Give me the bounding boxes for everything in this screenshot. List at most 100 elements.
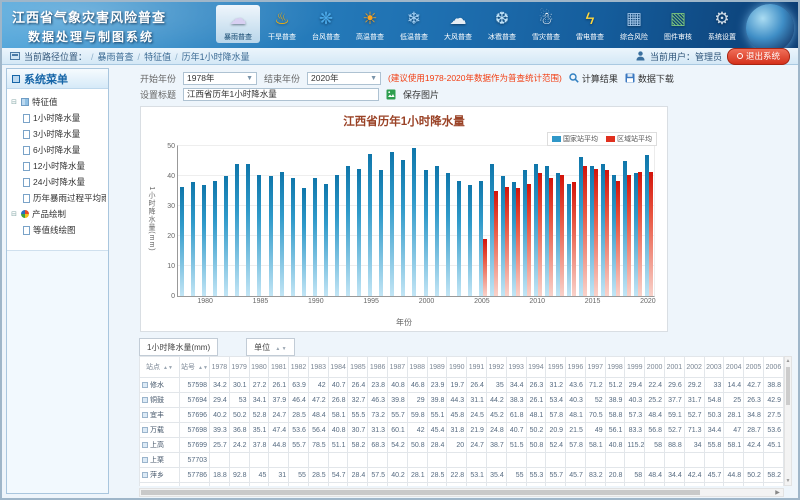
toolbar-item-2[interactable]: ♨干旱普查	[260, 5, 304, 43]
toolbar: ☁暴雨普查♨干旱普查❋台风普查☀高温普查❄低温普查☁大风普查❆冰雹普查☃雪灾普查…	[216, 5, 744, 43]
table-row: 铜鼓5769429.45334.137.946.447.226.832.746.…	[140, 393, 784, 408]
value-cell: 60.1	[388, 423, 408, 438]
value-cell: 43.4	[684, 483, 704, 487]
value-cell: 43.6	[566, 378, 586, 393]
toolbar-item-label: 大风普查	[444, 32, 472, 42]
y-tick-label: 0	[171, 293, 175, 300]
value-cell: 25.7	[210, 438, 230, 453]
breadcrumb-separator: /	[138, 52, 141, 62]
year-column-header: 1993	[506, 357, 526, 378]
breadcrumb-item[interactable]: 特征值	[144, 52, 171, 62]
toolbar-item-1[interactable]: ☁暴雨普查	[216, 5, 260, 43]
value-cell	[763, 453, 783, 468]
search-icon	[569, 73, 579, 83]
vertical-scroll-thumb[interactable]	[786, 367, 790, 405]
breadcrumb-item[interactable]: 历年1小时降水量	[182, 52, 250, 62]
unit-sort-control[interactable]: 单位 ▲ ▼	[246, 338, 295, 356]
app-window: 江西省气象灾害风险普查 数据处理与制图系统 ☁暴雨普查♨干旱普查❋台风普查☀高温…	[0, 0, 800, 500]
download-button[interactable]: 数据下载	[625, 72, 674, 85]
value-cell: 40.8	[328, 423, 348, 438]
toolbar-item-12[interactable]: ⚙系统设置	[700, 5, 744, 43]
year-column-header: 1982	[289, 357, 309, 378]
tree-group-1[interactable]: ⊟特征值	[9, 94, 106, 110]
tree-item[interactable]: 历年暴雨过程平均雨量	[9, 190, 106, 206]
value-cell: 20	[447, 438, 467, 453]
calculate-button[interactable]: 计算结果	[569, 72, 618, 85]
value-cell: 53.6	[763, 423, 783, 438]
document-icon	[23, 194, 30, 203]
value-cell: 40.7	[506, 423, 526, 438]
toolbar-item-3[interactable]: ❋台风普查	[304, 5, 348, 43]
bar-regional	[483, 239, 487, 296]
save-image-button[interactable]: 保存图片	[403, 88, 439, 101]
bar-national	[224, 176, 228, 296]
tree-item-label: 12小时降水量	[33, 160, 85, 172]
station-icon	[142, 457, 148, 463]
x-axis-label: 年份	[396, 317, 412, 328]
low-temp-icon: ❄	[399, 7, 429, 31]
station-name: 萍乡	[150, 472, 164, 479]
value-cell: 36.8	[229, 423, 249, 438]
value-cell: 51.5	[506, 438, 526, 453]
start-year-select[interactable]: 1978年▼	[183, 72, 257, 85]
toolbar-item-7[interactable]: ❆冰雹普查	[480, 5, 524, 43]
toolbar-item-5[interactable]: ❄低温普查	[392, 5, 436, 43]
value-cell: 47.4	[269, 423, 289, 438]
scroll-down-icon[interactable]: ▼	[785, 477, 791, 485]
toolbar-item-11[interactable]: ▧图件审核	[656, 5, 700, 43]
x-tick-label: 1995	[363, 298, 379, 305]
toolbar-item-label: 雷电普查	[576, 32, 604, 42]
document-icon	[23, 130, 30, 139]
value-cell	[704, 453, 724, 468]
toolbar-item-label: 干旱普查	[268, 32, 296, 42]
tree-item[interactable]: 12小时降水量	[9, 158, 106, 174]
value-cell: 40.2	[210, 408, 230, 423]
expander-icon[interactable]: ⊟	[10, 98, 18, 106]
breadcrumb-item[interactable]: 暴雨普查	[98, 52, 134, 62]
toolbar-item-label: 图件审核	[664, 32, 692, 42]
sort-id[interactable]: 站号▲▼	[180, 357, 210, 378]
station-icon	[142, 442, 148, 448]
tree-item[interactable]: 等值线绘图	[9, 222, 106, 238]
toolbar-item-6[interactable]: ☁大风普查	[436, 5, 480, 43]
value-cell: 46	[546, 483, 566, 487]
filter-panel: 开始年份 1978年▼ 结束年份 2020年▼ (建议使用1978-2020年数…	[140, 70, 792, 102]
toolbar-item-8[interactable]: ☃雪灾普查	[524, 5, 568, 43]
expander-icon[interactable]: ⊟	[10, 210, 18, 218]
value-cell: 28.5	[308, 468, 328, 483]
chart-title-input[interactable]	[183, 88, 379, 101]
logout-button[interactable]: 退出系统	[727, 48, 790, 65]
year-column-header: 2001	[664, 357, 684, 378]
tree-item[interactable]: 3小时降水量	[9, 126, 106, 142]
settings-icon: ⚙	[707, 7, 737, 31]
scroll-right-icon[interactable]: ▶	[773, 489, 782, 496]
value-cell: 42.4	[744, 438, 764, 453]
toolbar-item-9[interactable]: ϟ雷电普查	[568, 5, 612, 43]
tree-item-label: 3小时降水量	[33, 128, 80, 140]
bar-national	[269, 176, 273, 296]
tree-item[interactable]: 6小时降水量	[9, 142, 106, 158]
tree-item[interactable]: 24小时降水量	[9, 174, 106, 190]
value-cell: 22.8	[447, 468, 467, 483]
value-cell: 31.7	[684, 393, 704, 408]
toolbar-item-4[interactable]: ☀高温普查	[348, 5, 392, 43]
sort-station[interactable]: 站点▲▼	[140, 357, 180, 378]
end-year-select[interactable]: 2020年▼	[307, 72, 381, 85]
vertical-scrollbar[interactable]: ▲ ▼	[784, 356, 792, 486]
pie-icon	[21, 210, 29, 218]
value-cell: 45.8	[447, 408, 467, 423]
value-cell: 39.8	[388, 393, 408, 408]
year-column-header: 1986	[368, 357, 388, 378]
value-cell: 24.7	[467, 438, 487, 453]
value-cell: 28.1	[407, 468, 427, 483]
toolbar-item-10[interactable]: ▦综合风险	[612, 5, 656, 43]
value-cell: 70.5	[585, 408, 605, 423]
tree-group-2[interactable]: ⊟产品绘制	[9, 206, 106, 222]
station-id: 57698	[180, 423, 210, 438]
tree-item[interactable]: 1小时降水量	[9, 110, 106, 126]
value-cell: 115.2	[625, 438, 645, 453]
horizontal-scrollbar[interactable]: ▶	[139, 488, 784, 497]
scroll-up-icon[interactable]: ▲	[785, 357, 791, 365]
horizontal-scroll-thumb[interactable]	[141, 490, 700, 495]
value-cell: 24.6	[486, 483, 506, 487]
